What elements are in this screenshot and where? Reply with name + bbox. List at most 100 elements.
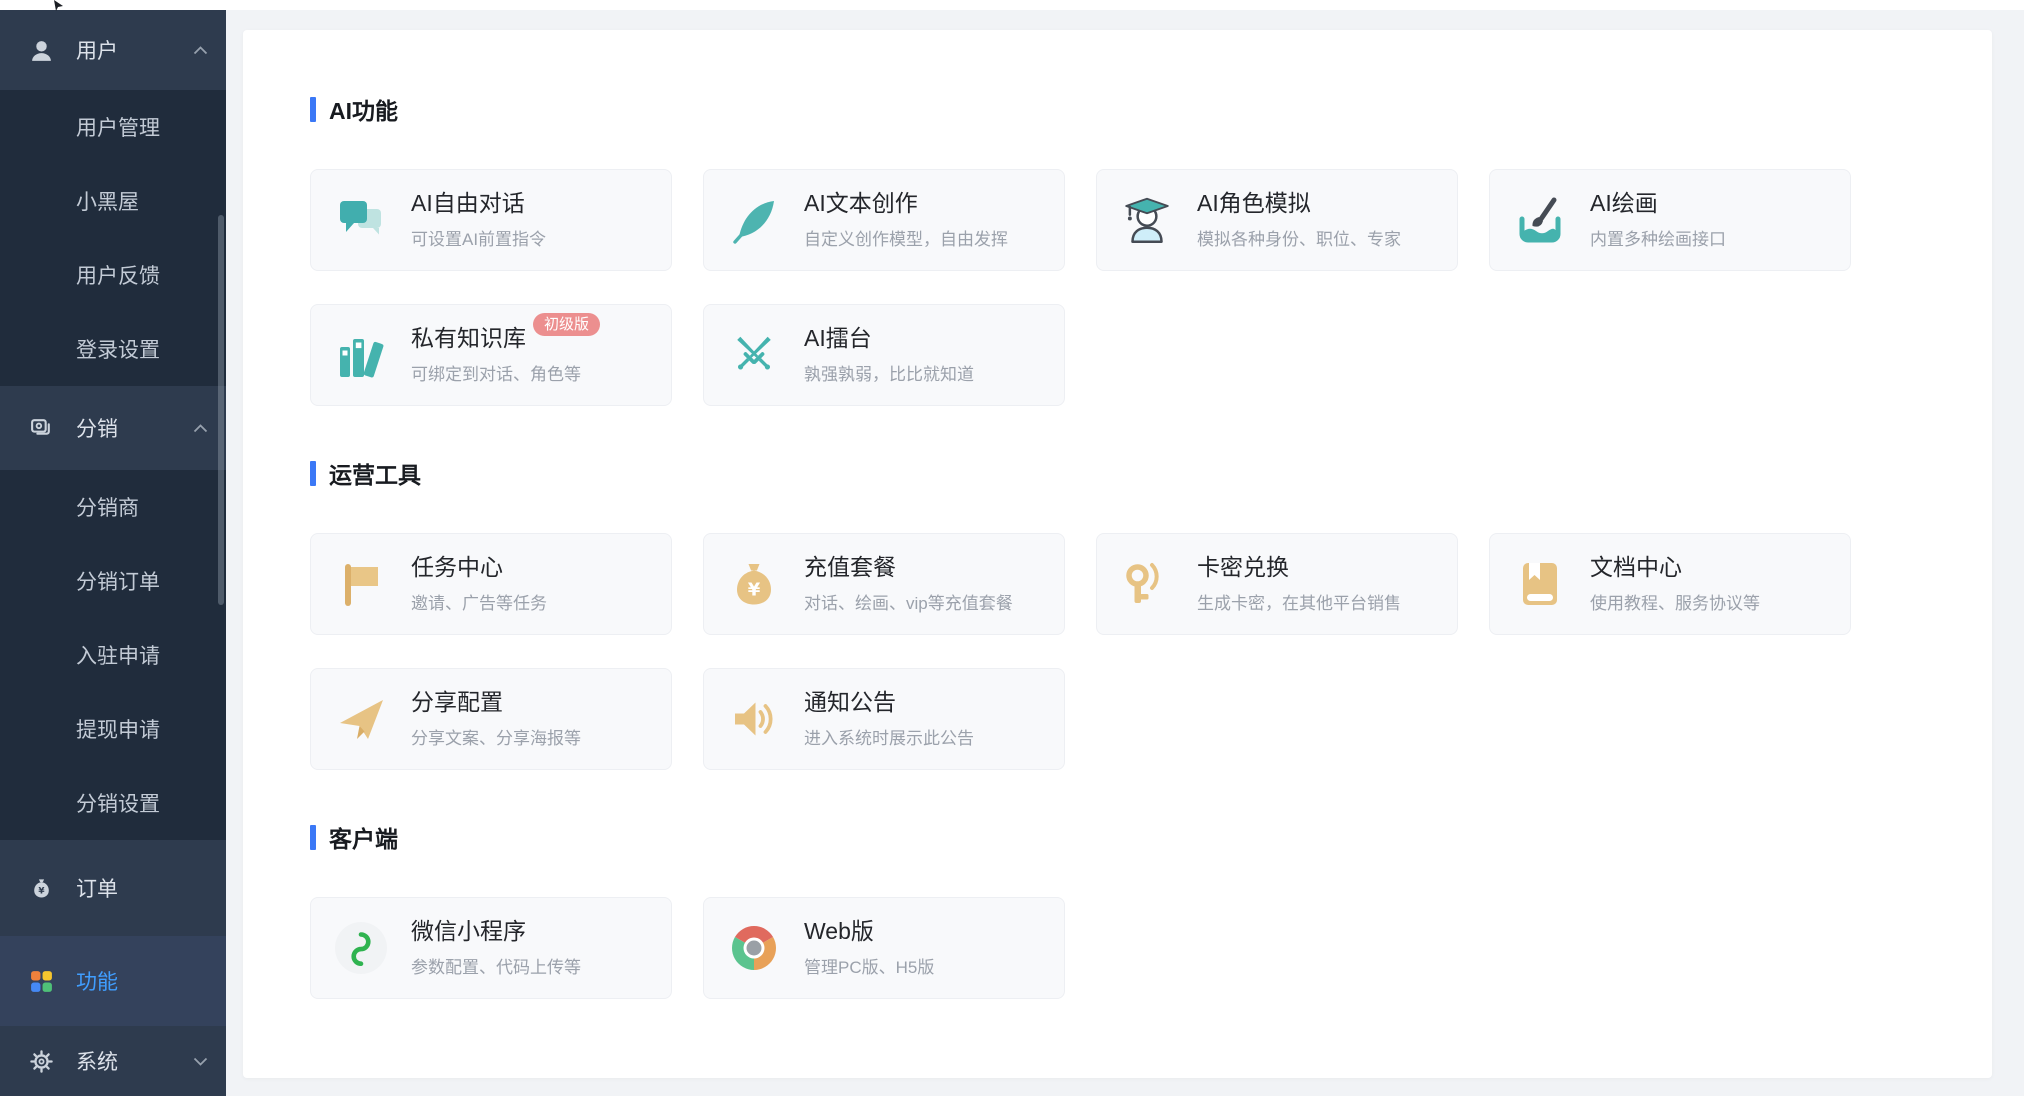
section-title-text: AI功能 [329, 92, 398, 126]
apps-icon [28, 968, 54, 994]
sidebar-item-user-feedback[interactable]: 用户反馈 [0, 238, 226, 312]
section-title-text: 运营工具 [329, 456, 421, 490]
sidebar: 用户 用户管理 小黑屋 用户反馈 登录设置 分销 分销商 分销订单 入驻申请 提… [0, 10, 226, 1096]
sidebar-item-login-settings[interactable]: 登录设置 [0, 312, 226, 386]
flag-icon [332, 555, 390, 613]
sidebar-item-features[interactable]: 功能 [0, 936, 226, 1026]
mouse-cursor [52, 0, 65, 11]
card-title: 任务中心 [411, 554, 547, 580]
paint-icon [1511, 191, 1569, 249]
distribution-icon [28, 415, 54, 441]
sidebar-item-label: 订单 [76, 873, 118, 903]
top-navbar-edge [0, 0, 2024, 10]
card-title: 充值套餐 [804, 554, 1013, 580]
order-moneybag-icon: ¥ [28, 875, 54, 901]
card-subtitle: 自定义创作模型，自由发挥 [804, 225, 1008, 250]
card-subtitle: 分享文案、分享海报等 [411, 724, 581, 749]
svg-text:¥: ¥ [38, 886, 45, 896]
card-announcements[interactable]: 通知公告 进入系统时展示此公告 [703, 668, 1065, 770]
wechat-mini-icon [332, 919, 390, 977]
sidebar-group-label: 用户 [76, 35, 118, 65]
card-subtitle: 管理PC版、H5版 [804, 953, 934, 978]
sidebar-item-distribution-orders[interactable]: 分销订单 [0, 544, 226, 618]
card-title: Web版 [804, 918, 934, 944]
card-subtitle: 可设置AI前置指令 [411, 225, 546, 250]
chevron-down-icon [193, 1057, 208, 1066]
card-title: 私有知识库 初级版 [411, 325, 600, 351]
card-document-center[interactable]: 文档中心 使用教程、服务协议等 [1489, 533, 1851, 635]
sidebar-item-label: 功能 [76, 966, 118, 996]
content-panel: AI功能 AI自由对话 可设置AI前置指令 [243, 30, 1992, 1078]
card-subtitle: 内置多种绘画接口 [1590, 225, 1726, 250]
title-accent-bar [310, 461, 316, 486]
paperplane-icon [332, 690, 390, 748]
card-web-version[interactable]: Web版 管理PC版、H5版 [703, 897, 1065, 999]
card-subtitle: 参数配置、代码上传等 [411, 953, 581, 978]
card-ai-free-chat[interactable]: AI自由对话 可设置AI前置指令 [310, 169, 672, 271]
chrome-icon [725, 919, 783, 977]
sidebar-item-withdraw-application[interactable]: 提现申请 [0, 692, 226, 766]
card-title: 分享配置 [411, 689, 581, 715]
card-subtitle: 进入系统时展示此公告 [804, 724, 974, 749]
docbook-icon [1511, 555, 1569, 613]
section-title: 运营工具 [310, 460, 1992, 486]
sidebar-item-orders[interactable]: ¥ 订单 [0, 840, 226, 936]
sidebar-item-distributors[interactable]: 分销商 [0, 470, 226, 544]
books-icon [332, 326, 390, 384]
card-share-config[interactable]: 分享配置 分享文案、分享海报等 [310, 668, 672, 770]
card-subtitle: 模拟各种身份、职位、专家 [1197, 225, 1401, 250]
section-clients: 客户端 微信小程序 参数配置、代码上传等 [310, 824, 1992, 999]
version-badge: 初级版 [533, 313, 600, 336]
chevron-up-icon [193, 424, 208, 433]
svg-text:¥: ¥ [748, 580, 761, 601]
section-operation-tools: 运营工具 任务中心 邀请、广告等任务 [310, 460, 1992, 770]
card-title: 文档中心 [1590, 554, 1760, 580]
title-accent-bar [310, 825, 316, 850]
card-title: AI角色模拟 [1197, 190, 1401, 216]
user-icon [28, 37, 54, 63]
sidebar-group-label: 系统 [76, 1046, 118, 1076]
card-ai-role-simulation[interactable]: AI角色模拟 模拟各种身份、职位、专家 [1096, 169, 1458, 271]
card-title: AI擂台 [804, 325, 974, 351]
card-ai-drawing[interactable]: AI绘画 内置多种绘画接口 [1489, 169, 1851, 271]
key-icon [1118, 555, 1176, 613]
card-title: AI绘画 [1590, 190, 1726, 216]
sidebar-item-user-manage[interactable]: 用户管理 [0, 90, 226, 164]
speaker-icon [725, 690, 783, 748]
section-title: 客户端 [310, 824, 1992, 850]
card-ai-text-creation[interactable]: AI文本创作 自定义创作模型，自由发挥 [703, 169, 1065, 271]
card-task-center[interactable]: 任务中心 邀请、广告等任务 [310, 533, 672, 635]
sidebar-group-distribution[interactable]: 分销 [0, 386, 226, 470]
gear-icon [28, 1048, 54, 1074]
section-title: AI功能 [310, 96, 1992, 122]
section-ai-features: AI功能 AI自由对话 可设置AI前置指令 [310, 96, 1992, 406]
sidebar-item-entry-application[interactable]: 入驻申请 [0, 618, 226, 692]
graduate-icon [1118, 191, 1176, 249]
card-subtitle: 生成卡密，在其他平台销售 [1197, 589, 1401, 614]
card-title: 卡密兑换 [1197, 554, 1401, 580]
swords-icon [725, 326, 783, 384]
sidebar-group-system[interactable]: 系统 [0, 1026, 226, 1096]
section-title-text: 客户端 [329, 820, 398, 854]
card-ai-arena[interactable]: AI擂台 孰强孰弱，比比就知道 [703, 304, 1065, 406]
sidebar-group-label: 分销 [76, 413, 118, 443]
card-private-knowledge-base[interactable]: 私有知识库 初级版 可绑定到对话、角色等 [310, 304, 672, 406]
card-wechat-miniprogram[interactable]: 微信小程序 参数配置、代码上传等 [310, 897, 672, 999]
card-title: 微信小程序 [411, 918, 581, 944]
feather-icon [725, 191, 783, 249]
chevron-up-icon [193, 46, 208, 55]
card-subtitle: 可绑定到对话、角色等 [411, 360, 600, 385]
sidebar-scrollbar[interactable] [218, 215, 224, 605]
card-subtitle: 邀请、广告等任务 [411, 589, 547, 614]
card-title: AI文本创作 [804, 190, 1008, 216]
card-title: 通知公告 [804, 689, 974, 715]
card-title: AI自由对话 [411, 190, 546, 216]
card-recharge-packages[interactable]: ¥ 充值套餐 对话、绘画、vip等充值套餐 [703, 533, 1065, 635]
card-subtitle: 对话、绘画、vip等充值套餐 [804, 589, 1013, 614]
card-card-key-exchange[interactable]: 卡密兑换 生成卡密，在其他平台销售 [1096, 533, 1458, 635]
sidebar-item-distribution-settings[interactable]: 分销设置 [0, 766, 226, 840]
card-subtitle: 使用教程、服务协议等 [1590, 589, 1760, 614]
sidebar-group-user[interactable]: 用户 [0, 10, 226, 90]
moneybag-icon: ¥ [725, 555, 783, 613]
sidebar-item-blackroom[interactable]: 小黑屋 [0, 164, 226, 238]
